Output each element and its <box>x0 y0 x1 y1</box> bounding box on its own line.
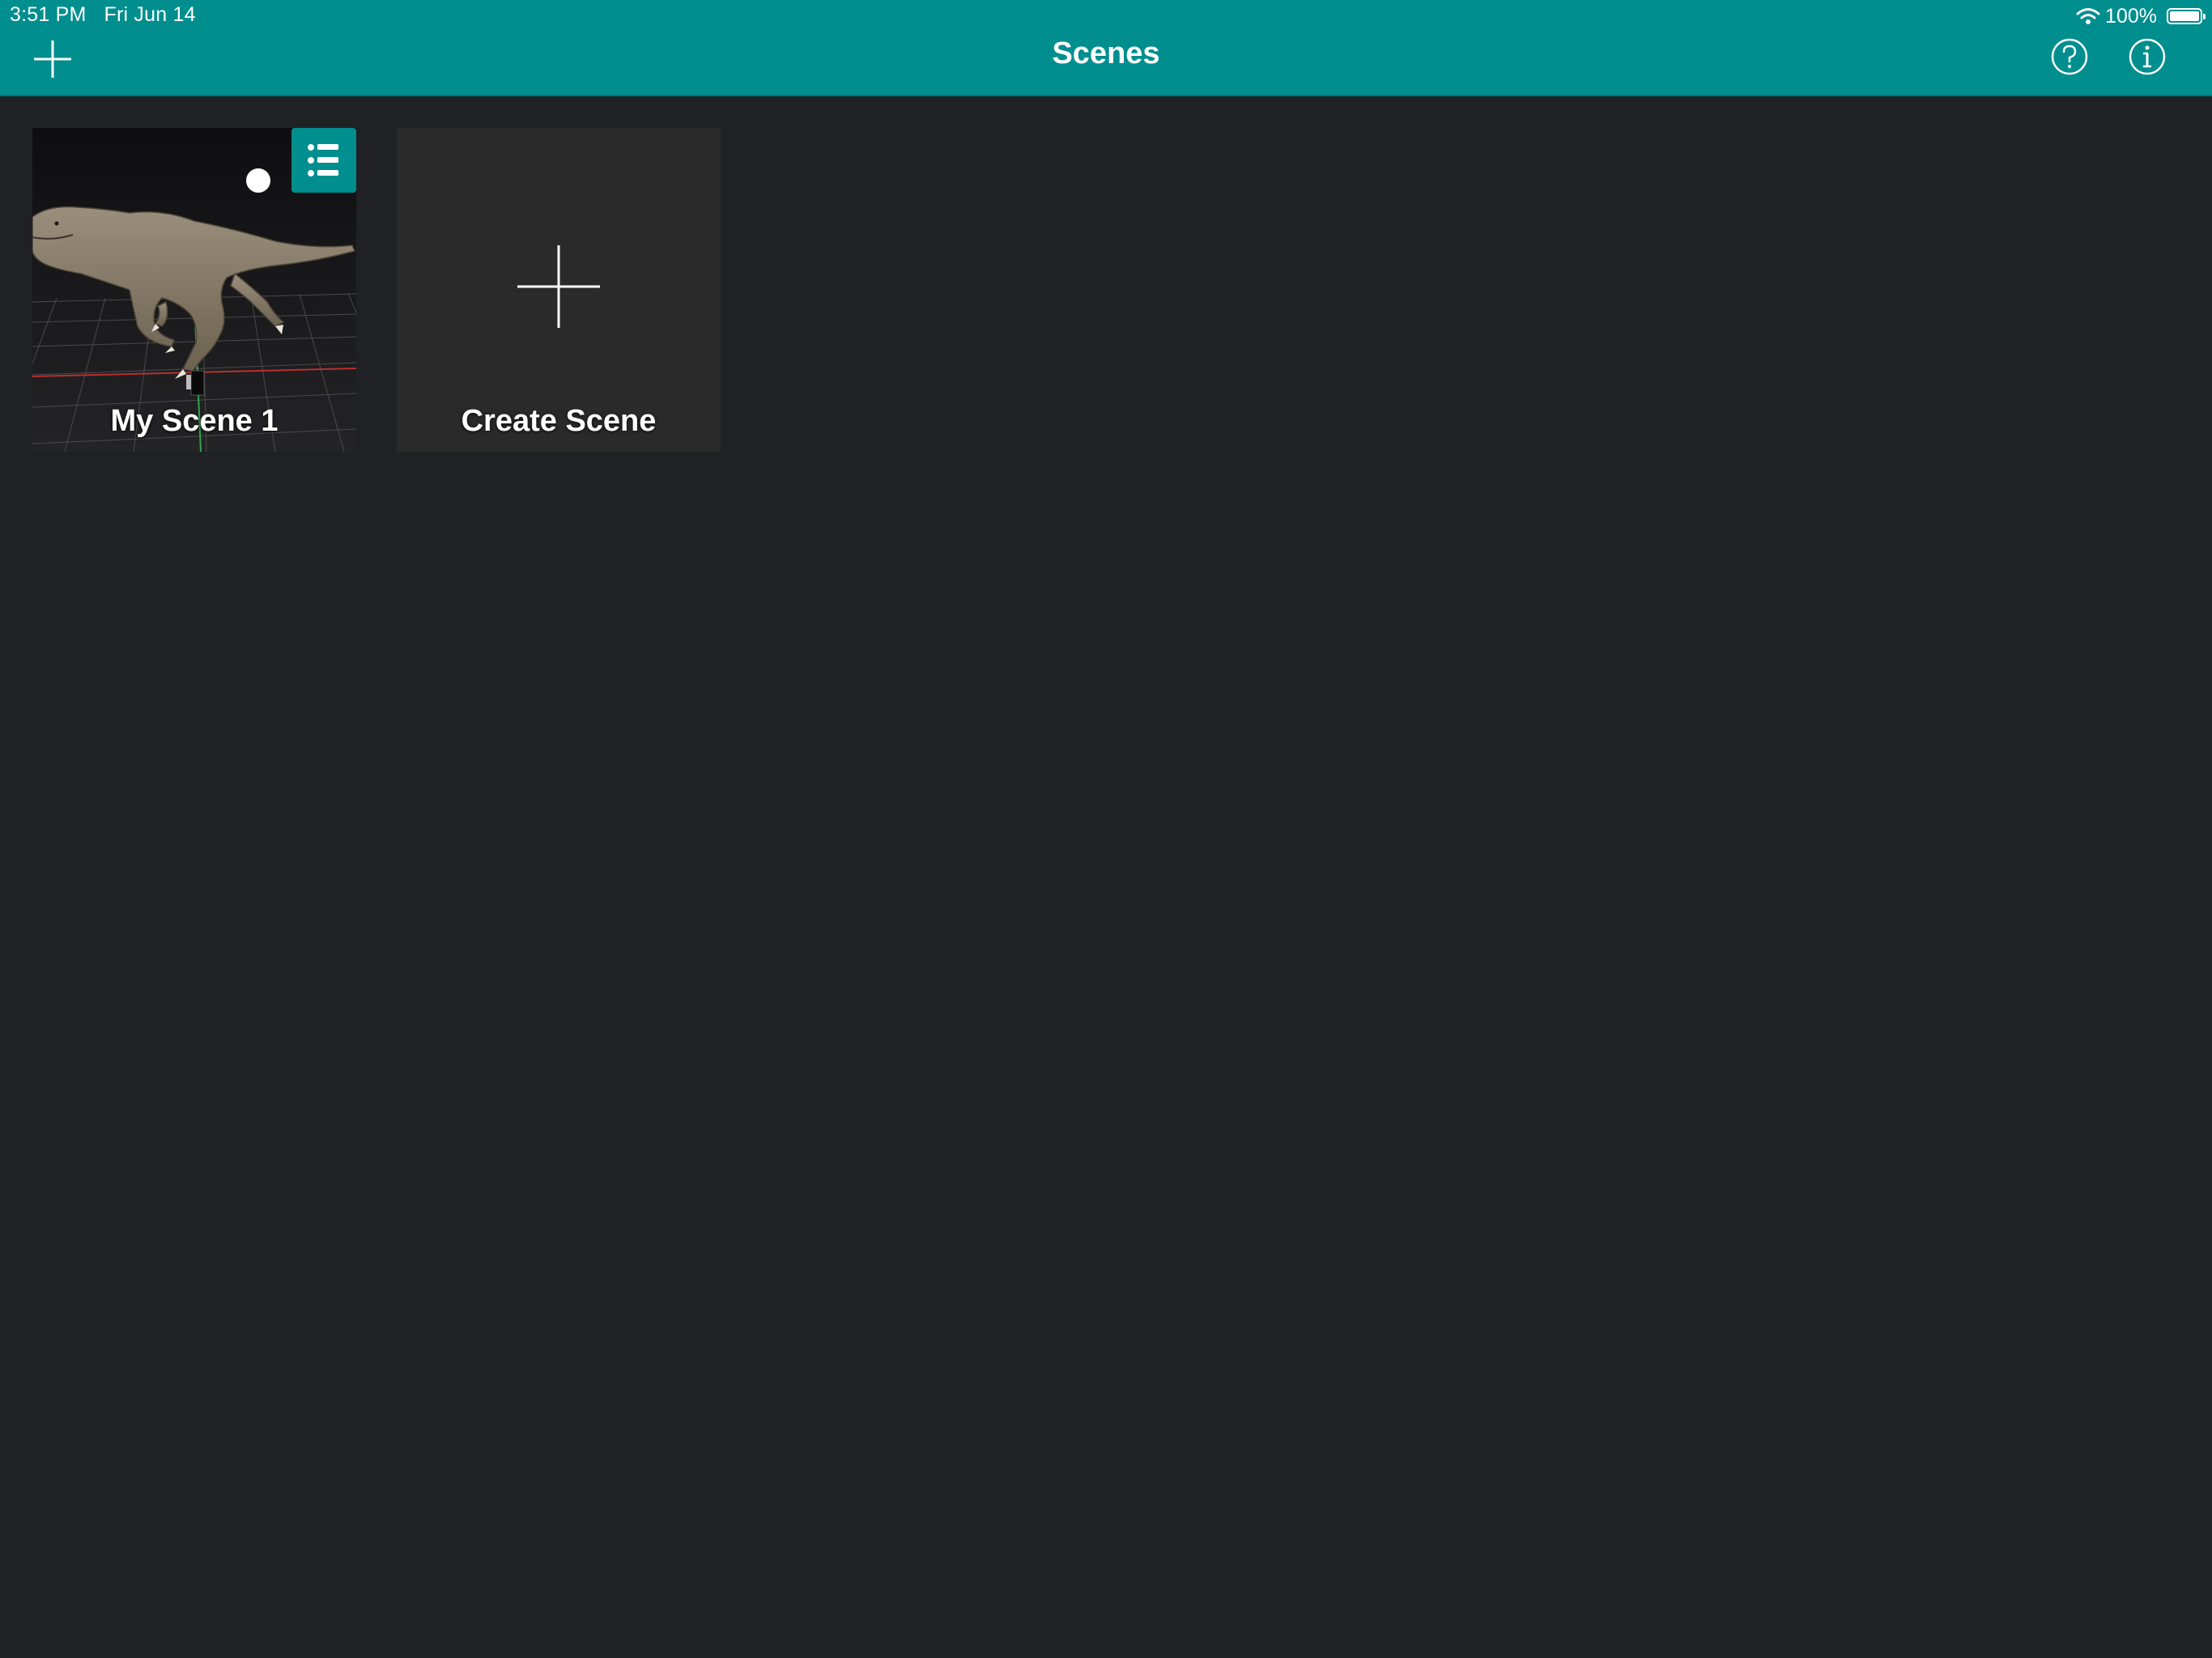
create-scene-card[interactable]: Create Scene <box>397 128 721 452</box>
info-button[interactable] <box>2127 36 2167 77</box>
create-scene-label: Create Scene <box>461 404 657 438</box>
battery-percentage: 100% <box>2105 4 2157 28</box>
list-icon <box>308 144 338 176</box>
record-indicator <box>246 168 270 193</box>
scene-options-button[interactable] <box>291 128 356 193</box>
help-button[interactable] <box>2049 36 2090 77</box>
status-bar-left: 3:51 PM Fri Jun 14 <box>10 3 214 27</box>
navigation-bar: 3:51 PM Fri Jun 14 100% Scenes <box>0 0 2212 96</box>
scene-card[interactable]: My Scene 1 <box>32 128 356 452</box>
info-circle-icon <box>2129 38 2166 75</box>
scene-name: My Scene 1 <box>110 404 279 438</box>
question-circle-icon <box>2051 38 2088 75</box>
status-bar-right: 100% <box>2076 3 2206 29</box>
status-date: Fri Jun 14 <box>104 3 196 26</box>
wifi-icon <box>2076 8 2100 24</box>
battery-icon <box>2167 8 2206 24</box>
page-title: Scenes <box>1052 36 1160 70</box>
status-time: 3:51 PM <box>10 3 87 26</box>
plus-icon <box>517 245 600 328</box>
